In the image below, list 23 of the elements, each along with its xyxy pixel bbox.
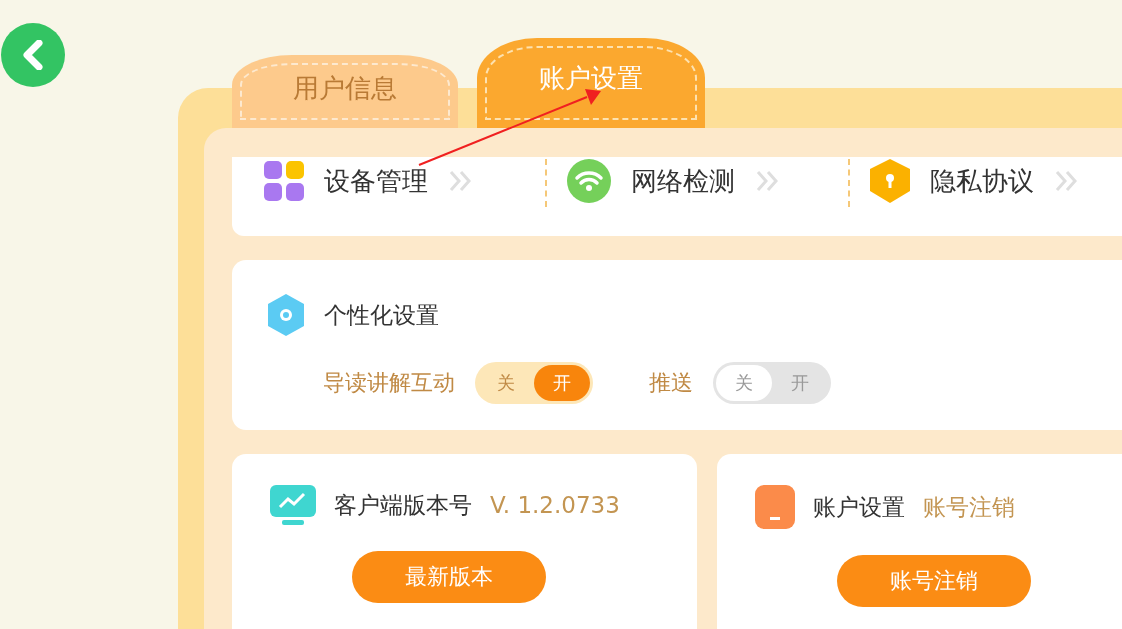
card-title: 账户设置 <box>813 492 905 522</box>
card-value: 账号注销 <box>923 492 1015 522</box>
card-title: 客户端版本号 <box>334 490 472 520</box>
tab[interactable]: 用户信息 <box>232 55 458 128</box>
hexagon-icon <box>266 294 306 336</box>
card-value: V. 1.2.0733 <box>490 492 620 518</box>
double-chevron-icon <box>755 168 781 194</box>
toggle-label: 推送 <box>649 369 693 397</box>
section-title: 个性化设置 <box>324 300 439 330</box>
card-button[interactable]: 账号注销 <box>837 555 1031 607</box>
toggle-label: 导读讲解互动 <box>323 369 455 397</box>
double-chevron-icon <box>448 168 474 194</box>
toggle-switch[interactable]: 关 开 <box>713 362 831 404</box>
double-chevron-icon <box>1054 168 1080 194</box>
tab[interactable]: 账户设置 <box>477 38 705 128</box>
quick-link[interactable]: 网络检测 <box>631 163 735 199</box>
phone-icon <box>755 485 795 529</box>
quick-link[interactable]: 隐私协议 <box>930 163 1034 199</box>
monitor-icon <box>270 485 316 525</box>
toggle-switch[interactable]: 关 开 <box>475 362 593 404</box>
four-squares-icon <box>264 161 304 201</box>
quick-link[interactable]: 设备管理 <box>324 163 428 199</box>
card-button[interactable]: 最新版本 <box>352 551 546 603</box>
